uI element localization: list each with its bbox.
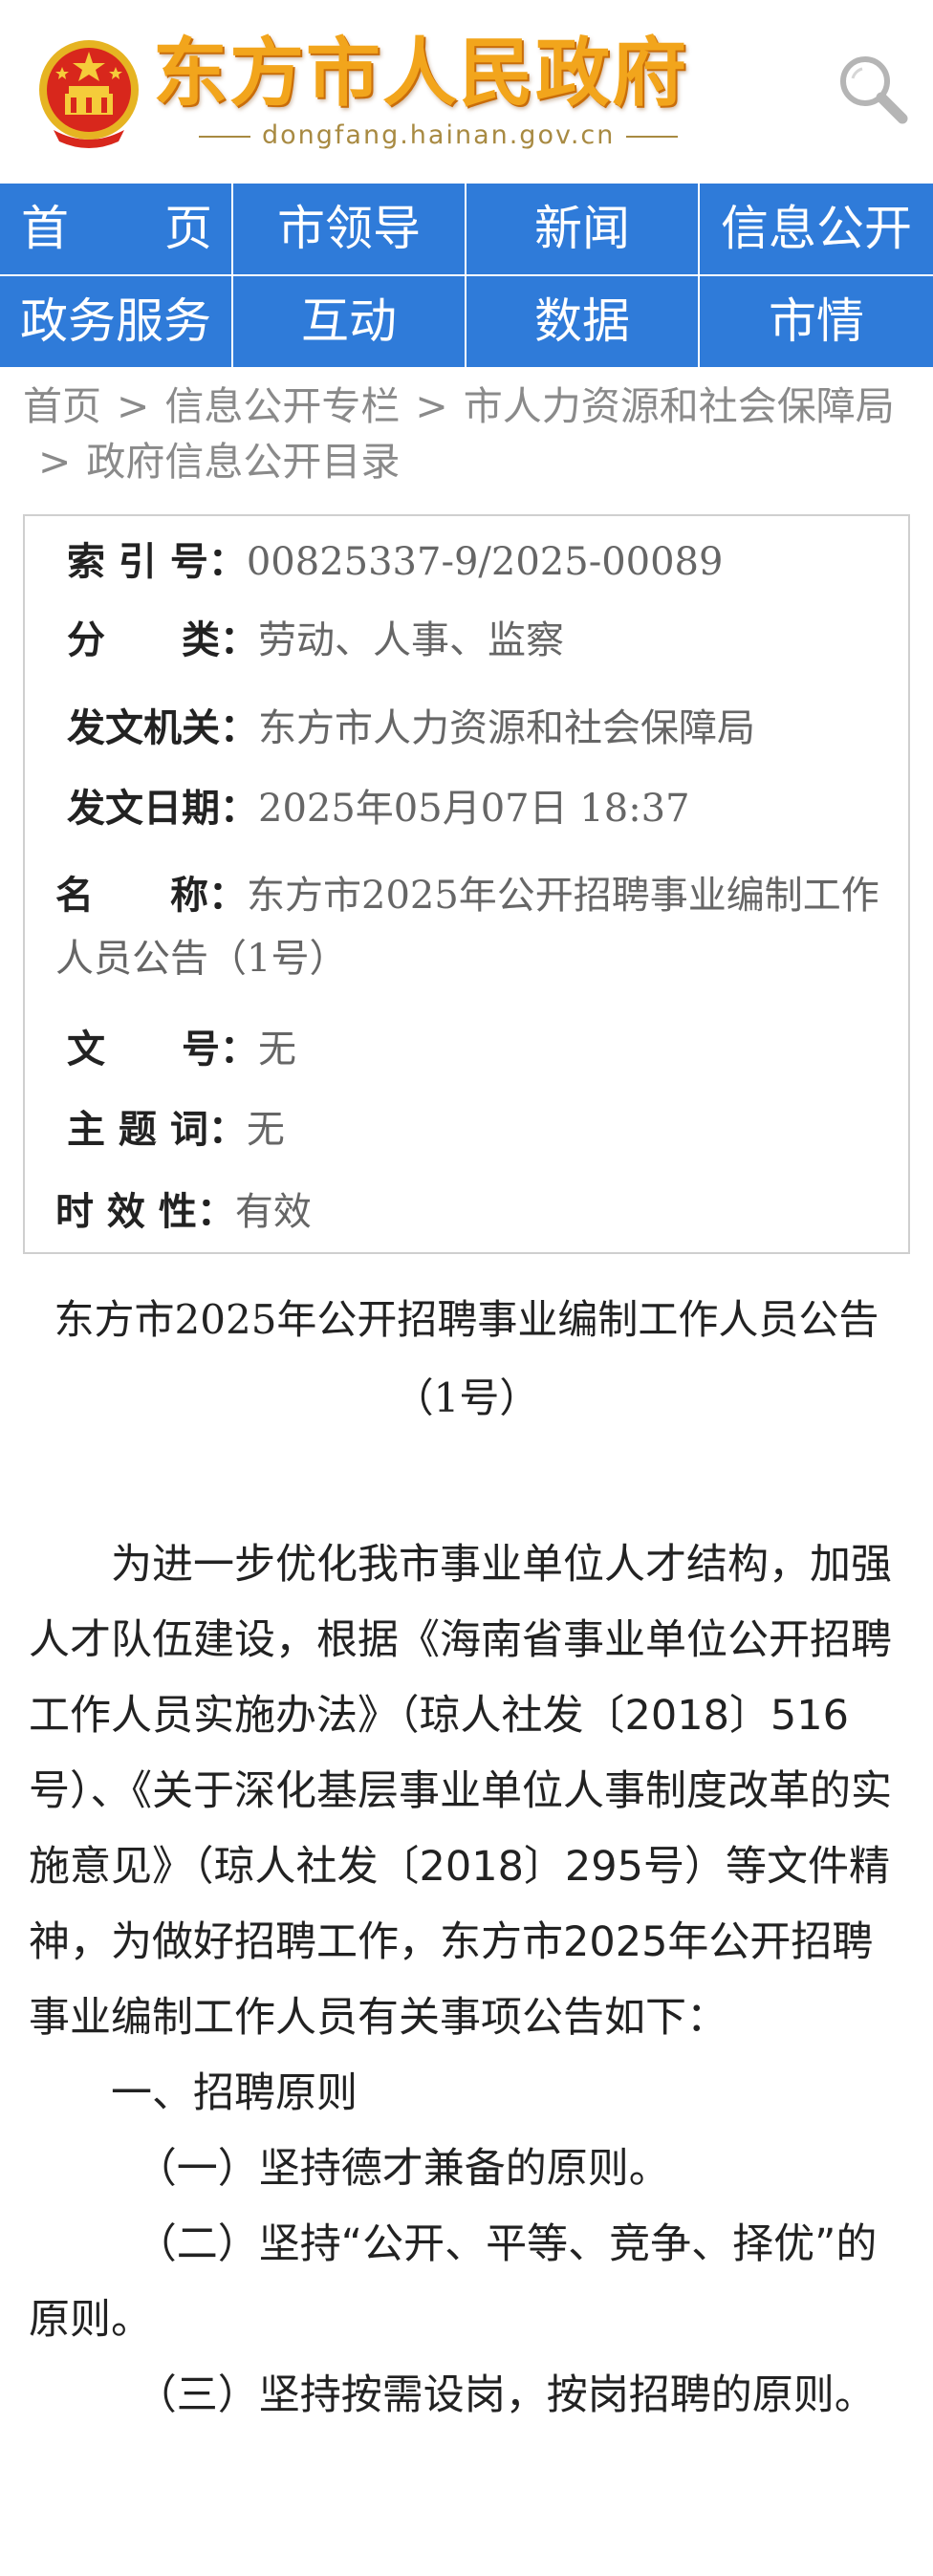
meta-issuer-label: 发文机关： [67, 706, 258, 750]
breadcrumb-separator: > [415, 383, 448, 429]
meta-name-label: 名 称： [55, 874, 247, 918]
site-header: 东方市人民政府 dongfang.hainan.gov.cn [0, 0, 933, 184]
article-paragraph: 为进一步优化我市事业单位人才结构，加强人才队伍建设，根据《海南省事业单位公开招聘… [29, 1541, 892, 2042]
main-nav: 首 页 市领导 新闻 信息公开 政务服务 互动 数据 市情 [0, 184, 933, 369]
meta-validity: 时 效 性：有效 [55, 1185, 312, 1239]
meta-keywords-label: 主 题 词： [67, 1108, 247, 1152]
search-icon[interactable] [834, 50, 910, 126]
meta-validity-value: 有效 [234, 1190, 312, 1234]
site-title: 东方市人民政府 [153, 30, 689, 117]
meta-docno: 文 号：无 [67, 1023, 296, 1076]
meta-keywords: 主 题 词：无 [67, 1103, 285, 1157]
nav-city-info[interactable]: 市情 [700, 276, 933, 369]
article-paragraph: （三）坚持按需设岗，按岗招聘的原则。 [135, 2371, 876, 2419]
breadcrumb-separator: > [38, 439, 72, 485]
breadcrumb-separator: > [117, 383, 150, 429]
article-title: 东方市2025年公开招聘事业编制工作人员公告（1号） [54, 1296, 879, 1421]
domain-dash-right [626, 135, 679, 138]
meta-validity-label: 时 效 性： [55, 1190, 235, 1234]
breadcrumb-home[interactable]: 首页 [23, 383, 101, 429]
meta-index-label: 索 引 号： [67, 540, 247, 584]
nav-leaders[interactable]: 市领导 [233, 184, 466, 276]
nav-data[interactable]: 数据 [466, 276, 700, 369]
meta-category-value: 劳动、人事、监察 [258, 618, 564, 662]
meta-index: 索 引 号：00825337-9/2025-00089 [67, 535, 723, 589]
nav-info-disclosure[interactable]: 信息公开 [700, 184, 933, 276]
article-paragraph: （一）坚持德才兼备的原则。 [135, 2145, 670, 2193]
meta-category: 分 类：劳动、人事、监察 [67, 614, 564, 667]
meta-category-label: 分 类： [67, 618, 258, 662]
breadcrumb-hr-bureau[interactable]: 市人力资源和社会保障局 [464, 383, 895, 429]
meta-date-label: 发文日期： [67, 787, 258, 831]
nav-news[interactable]: 新闻 [466, 184, 700, 276]
nav-interaction[interactable]: 互动 [233, 276, 466, 369]
national-emblem-icon [39, 40, 139, 148]
meta-docno-value: 无 [258, 1028, 296, 1072]
meta-issuer-value: 东方市人力资源和社会保障局 [258, 706, 755, 750]
meta-keywords-value: 无 [246, 1108, 285, 1152]
meta-issuer: 发文机关：东方市人力资源和社会保障局 [67, 702, 755, 755]
meta-name: 名 称：东方市2025年公开招聘事业编制工作人员公告（1号） [55, 864, 897, 990]
article-body: 为进一步优化我市事业单位人才结构，加强人才队伍建设，根据《海南省事业单位公开招聘… [29, 1527, 904, 2434]
meta-date: 发文日期：2025年05月07日 18:37 [67, 782, 690, 835]
article: 东方市2025年公开招聘事业编制工作人员公告（1号） 为进一步优化我市事业单位人… [29, 1281, 904, 2434]
article-paragraph: （二）坚持“公开、平等、竞争、择优”的原则。 [29, 2220, 878, 2344]
breadcrumb: 首页 > 信息公开专栏 > 市人力资源和社会保障局 > 政府信息公开目录 [23, 379, 918, 489]
meta-date-value: 2025年05月07日 18:37 [258, 787, 690, 831]
meta-index-value: 00825337-9/2025-00089 [246, 540, 724, 584]
breadcrumb-catalog[interactable]: 政府信息公开目录 [86, 439, 400, 485]
domain-dash-left [199, 135, 250, 138]
document-meta-box: 索 引 号：00825337-9/2025-00089 分 类：劳动、人事、监察… [23, 514, 910, 1254]
article-section-heading: 一、招聘原则 [111, 2069, 358, 2117]
domain-text: dongfang.hainan.gov.cn [262, 120, 616, 150]
site-domain: dongfang.hainan.gov.cn [187, 120, 689, 150]
nav-home[interactable]: 首 页 [0, 184, 233, 276]
breadcrumb-info-column[interactable]: 信息公开专栏 [164, 383, 400, 429]
nav-gov-services[interactable]: 政务服务 [0, 276, 233, 369]
meta-docno-label: 文 号： [67, 1028, 258, 1072]
